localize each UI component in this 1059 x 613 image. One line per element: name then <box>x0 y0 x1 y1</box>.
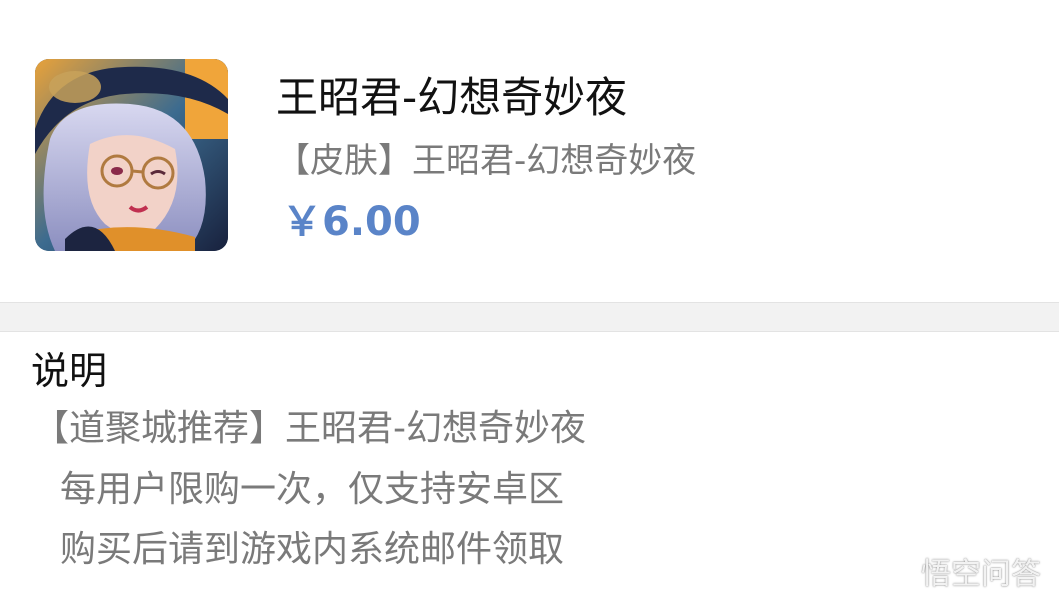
watermark-text: 悟空问答 <box>921 557 1041 592</box>
description-heading: 说明 <box>31 349 108 393</box>
description-line: 每用户限购一次，仅支持安卓区 <box>60 469 565 510</box>
description-line: 购买后请到游戏内系统邮件领取 <box>60 529 565 570</box>
product-subtitle: 【皮肤】王昭君-幻想奇妙夜 <box>276 141 697 181</box>
product-price: ￥6.00 <box>282 199 421 245</box>
product-card: 王昭君-幻想奇妙夜 【皮肤】王昭君-幻想奇妙夜 ￥6.00 <box>0 0 1059 302</box>
skin-portrait-icon <box>35 59 228 251</box>
product-image[interactable] <box>35 59 228 251</box>
product-title: 王昭君-幻想奇妙夜 <box>276 73 628 122</box>
description-line: 【道聚城推荐】王昭君-幻想奇妙夜 <box>33 408 586 449</box>
wukong-logo-icon <box>869 561 913 591</box>
section-divider <box>0 302 1059 332</box>
watermark: 悟空问答 <box>867 555 1041 595</box>
